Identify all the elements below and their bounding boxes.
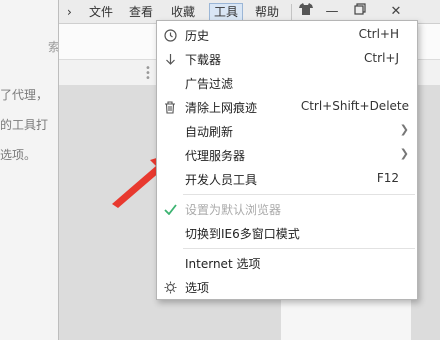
menubar-divider [291, 4, 292, 20]
menu-item-auto-refresh[interactable]: 自动刷新 ❯ [157, 119, 417, 143]
menu-view[interactable]: 查看 [125, 3, 157, 21]
skin-icon[interactable] [295, 2, 317, 22]
menu-item-label: 下载器 [185, 53, 222, 67]
menu-item-label: 广告过滤 [185, 77, 234, 91]
menu-item-label: 历史 [185, 29, 210, 43]
menu-item-developer-tools[interactable]: 开发人员工具 F12 [157, 167, 417, 191]
menu-tools[interactable]: 工具 [209, 3, 244, 21]
download-icon [163, 52, 177, 66]
menu-item-internet-options[interactable]: Internet 选项 [157, 251, 417, 275]
minimize-icon[interactable]: — [321, 2, 343, 22]
toolbar-grip-icon[interactable]: • • • [145, 64, 151, 84]
shortcut-text: Ctrl+J [364, 51, 399, 65]
menu-item-clear-history[interactable]: 清除上网痕迹 Ctrl+Shift+Delete [157, 95, 417, 119]
menu-item-label: 切换到IE6多窗口模式 [185, 227, 300, 241]
menu-file[interactable]: 文件 [85, 3, 117, 21]
menu-item-label: 选项 [185, 281, 210, 295]
menu-item-label: 设置为默认浏览器 [185, 203, 282, 217]
close-icon[interactable]: ✕ [385, 2, 407, 22]
article-line: 选项。 [0, 148, 37, 162]
menu-item-history[interactable]: 历史 Ctrl+H [157, 23, 417, 47]
menu-chevron-icon[interactable]: › [63, 3, 76, 21]
menu-item-label: Internet 选项 [185, 257, 261, 271]
submenu-arrow-icon: ❯ [399, 123, 409, 136]
menu-item-ie6-mode[interactable]: 切换到IE6多窗口模式 [157, 221, 417, 245]
menu-divider [183, 194, 415, 195]
check-icon [163, 202, 177, 216]
shortcut-text: Ctrl+H [358, 27, 399, 41]
trash-icon [163, 100, 177, 114]
menu-item-label: 清除上网痕迹 [185, 101, 258, 115]
menu-favorites[interactable]: 收藏 [167, 3, 199, 21]
clock-icon [163, 28, 177, 42]
menu-divider [183, 248, 415, 249]
article-background: 索 了代理， 的工具打 选项。 [0, 0, 60, 340]
menu-item-label: 自动刷新 [185, 125, 234, 139]
article-line: 了代理， [0, 88, 49, 102]
menu-item-options[interactable]: 选项 [157, 275, 417, 299]
menu-item-label: 代理服务器 [185, 149, 246, 163]
tools-dropdown-menu: 历史 Ctrl+H 下载器 Ctrl+J 广告过滤 清除上网痕迹 Ctrl+Sh… [156, 20, 418, 300]
menu-item-set-default-browser: 设置为默认浏览器 [157, 197, 417, 221]
shortcut-text: Ctrl+Shift+Delete [300, 99, 409, 113]
menu-help[interactable]: 帮助 [251, 3, 283, 21]
submenu-arrow-icon: ❯ [399, 147, 409, 160]
menu-item-ad-filter[interactable]: 广告过滤 [157, 71, 417, 95]
menu-item-proxy-server[interactable]: 代理服务器 ❯ [157, 143, 417, 167]
gear-icon [163, 280, 177, 294]
shortcut-text: F12 [376, 171, 399, 185]
menu-item-downloader[interactable]: 下载器 Ctrl+J [157, 47, 417, 71]
article-line: 的工具打 [0, 118, 49, 132]
restore-icon[interactable] [349, 2, 371, 22]
menu-item-label: 开发人员工具 [185, 173, 258, 187]
